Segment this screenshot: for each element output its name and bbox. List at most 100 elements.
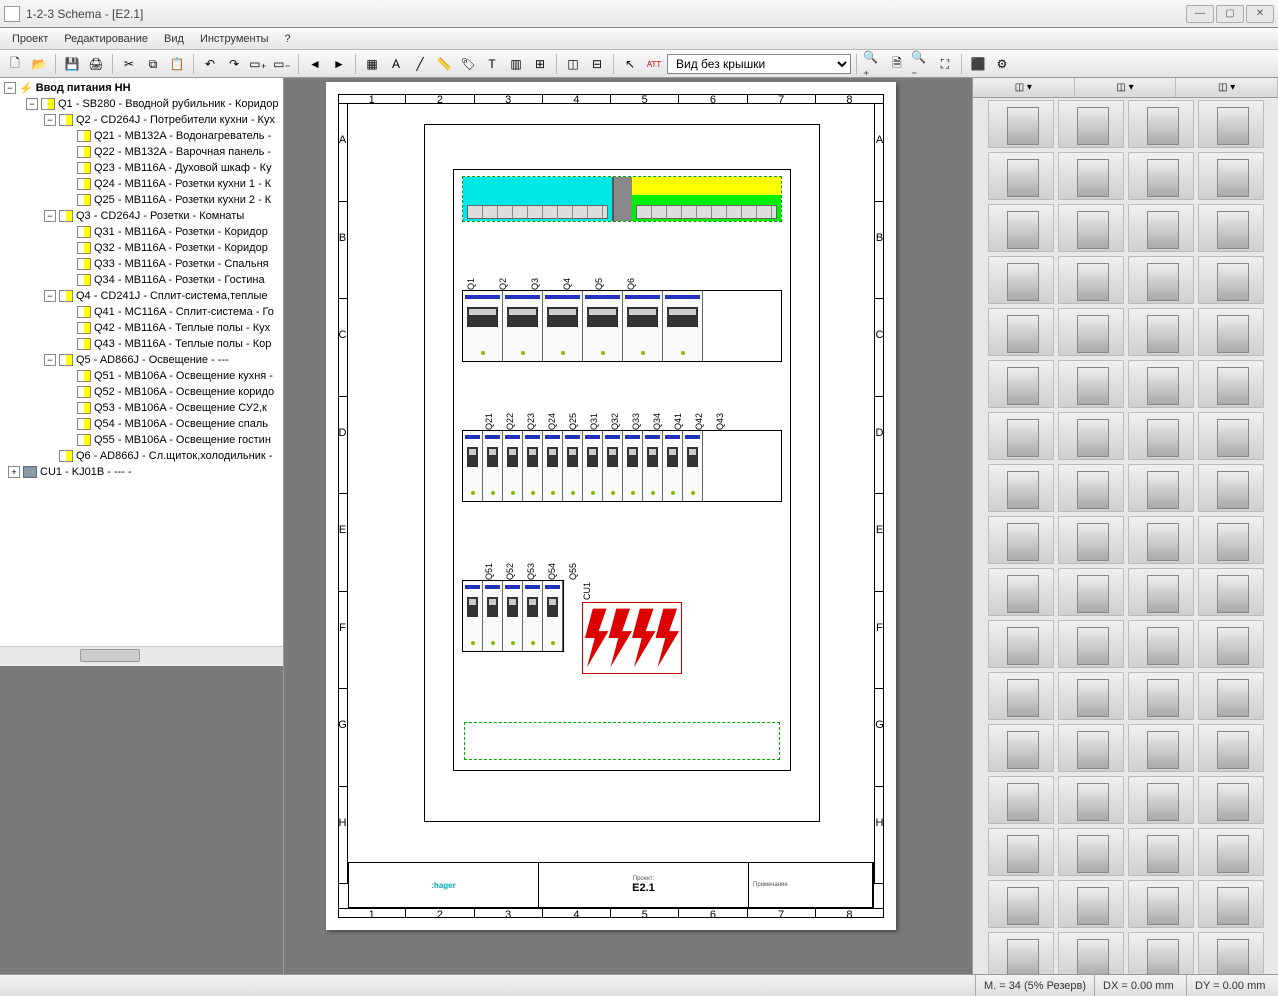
tree-item[interactable]: Q54 - MB106A - Освещение спаль bbox=[2, 416, 281, 432]
palette-item[interactable] bbox=[1198, 828, 1264, 876]
tree-item[interactable]: −Q3 - CD264J - Розетки - Комнаты bbox=[2, 208, 281, 224]
tree-item[interactable]: Q23 - MB116A - Духовой шкаф - Ку bbox=[2, 160, 281, 176]
electrical-panel[interactable]: Q1Q2Q3Q4Q5Q6 Q21Q22Q23Q24Q25Q31Q32Q33Q34… bbox=[424, 124, 820, 822]
palette-item[interactable] bbox=[1128, 932, 1194, 974]
palette-item[interactable] bbox=[988, 204, 1054, 252]
breaker-device[interactable] bbox=[563, 431, 583, 501]
breaker-row-3[interactable]: Q51Q52Q53Q54Q55 CU1 bbox=[462, 560, 782, 680]
add-row-icon[interactable]: ▭₊ bbox=[247, 53, 269, 75]
tree-item[interactable]: Q25 - MB116A - Розетки кухни 2 - К bbox=[2, 192, 281, 208]
breaker-device[interactable] bbox=[543, 431, 563, 501]
palette-item[interactable] bbox=[1128, 620, 1194, 668]
palette-item[interactable] bbox=[1198, 100, 1264, 148]
palette-item[interactable] bbox=[1198, 308, 1264, 356]
tree-item[interactable]: Q34 - MB116A - Розетки - Гостина bbox=[2, 272, 281, 288]
palette-item[interactable] bbox=[1058, 360, 1124, 408]
palette-item[interactable] bbox=[1058, 100, 1124, 148]
palette-item[interactable] bbox=[1128, 828, 1194, 876]
tree-item[interactable]: Q53 - MB106A - Освещение СУ2,к bbox=[2, 400, 281, 416]
tree-item[interactable]: −Q2 - CD264J - Потребители кухни - Кух bbox=[2, 112, 281, 128]
tree-item[interactable]: Q6 - AD866J - Сл.щиток,холодильник - bbox=[2, 448, 281, 464]
measure-icon[interactable]: 📏 bbox=[433, 53, 455, 75]
palette-item[interactable] bbox=[1198, 464, 1264, 512]
menu-help[interactable]: ? bbox=[277, 31, 299, 47]
canvas-area[interactable]: 12345678 12345678 ABCDEFGH ABCDEFGH Q1Q2… bbox=[284, 78, 972, 974]
breaker-device[interactable] bbox=[663, 431, 683, 501]
palette-item[interactable] bbox=[1058, 516, 1124, 564]
item2-icon[interactable]: ⊟ bbox=[586, 53, 608, 75]
open-icon[interactable]: 📂 bbox=[28, 53, 50, 75]
tree-item[interactable]: Q43 - MB116A - Теплые полы - Кор bbox=[2, 336, 281, 352]
breaker-device[interactable] bbox=[503, 581, 523, 651]
minimize-button[interactable]: — bbox=[1186, 5, 1214, 23]
tag-icon[interactable]: 🏷 bbox=[457, 53, 479, 75]
palette-tab-2[interactable]: ◫ ▾ bbox=[1075, 78, 1177, 97]
expander-icon[interactable]: − bbox=[26, 98, 38, 110]
palette-item[interactable] bbox=[1058, 776, 1124, 824]
breaker-device[interactable] bbox=[503, 291, 543, 361]
save-icon[interactable]: 💾 bbox=[61, 53, 83, 75]
palette-item[interactable] bbox=[1198, 204, 1264, 252]
zoom-fit-icon[interactable]: ⛶ bbox=[934, 53, 956, 75]
expander-icon[interactable]: − bbox=[4, 82, 16, 94]
expander-icon[interactable]: − bbox=[44, 210, 56, 222]
att-icon[interactable]: ATT bbox=[643, 53, 665, 75]
breaker-row-2[interactable]: Q21Q22Q23Q24Q25Q31Q32Q33Q34Q41Q42Q43 bbox=[462, 410, 782, 530]
tree-item[interactable]: +CU1 - KJ01B - --- - bbox=[2, 464, 281, 480]
busbar-block[interactable] bbox=[462, 176, 782, 222]
breaker-device[interactable] bbox=[463, 581, 483, 651]
palette-item[interactable] bbox=[1058, 308, 1124, 356]
palette-item[interactable] bbox=[988, 464, 1054, 512]
cu1-device[interactable] bbox=[582, 602, 682, 674]
expander-icon[interactable]: − bbox=[44, 114, 56, 126]
cut-icon[interactable]: ✂ bbox=[118, 53, 140, 75]
menu-view[interactable]: Вид bbox=[156, 31, 192, 47]
text-icon[interactable]: A bbox=[385, 53, 407, 75]
close-button[interactable]: ✕ bbox=[1246, 5, 1274, 23]
view-mode-dropdown[interactable]: Вид без крышки bbox=[667, 54, 851, 74]
breaker-row-1[interactable]: Q1Q2Q3Q4Q5Q6 bbox=[462, 270, 782, 370]
palette-item[interactable] bbox=[1128, 724, 1194, 772]
palette-item[interactable] bbox=[1128, 672, 1194, 720]
breaker-device[interactable] bbox=[483, 581, 503, 651]
palette-item[interactable] bbox=[1128, 880, 1194, 928]
palette-item[interactable] bbox=[1198, 932, 1264, 974]
palette-body[interactable] bbox=[973, 98, 1278, 974]
palette-item[interactable] bbox=[1198, 880, 1264, 928]
breaker-device[interactable] bbox=[583, 291, 623, 361]
palette-item[interactable] bbox=[988, 516, 1054, 564]
palette-item[interactable] bbox=[1058, 412, 1124, 460]
palette-item[interactable] bbox=[1198, 724, 1264, 772]
zoom-page-icon[interactable]: 🗎 bbox=[886, 53, 908, 75]
palette-item[interactable] bbox=[1128, 568, 1194, 616]
tree-item[interactable]: Q22 - MB132A - Варочная панель - bbox=[2, 144, 281, 160]
palette-item[interactable] bbox=[1198, 152, 1264, 200]
zoom-in-icon[interactable]: 🔍₊ bbox=[862, 53, 884, 75]
palette-item[interactable] bbox=[1128, 256, 1194, 304]
menu-project[interactable]: Проект bbox=[4, 31, 56, 47]
palette-item[interactable] bbox=[1198, 776, 1264, 824]
palette-tab-1[interactable]: ◫ ▾ bbox=[973, 78, 1075, 97]
breaker-device[interactable] bbox=[643, 431, 663, 501]
tree-item[interactable]: Q32 - MB116A - Розетки - Коридор bbox=[2, 240, 281, 256]
expander-icon[interactable]: − bbox=[44, 354, 56, 366]
palette-item[interactable] bbox=[988, 724, 1054, 772]
tree-item[interactable]: Q21 - MB132A - Водонагреватель - bbox=[2, 128, 281, 144]
empty-row[interactable] bbox=[464, 722, 780, 760]
palette-item[interactable] bbox=[1198, 620, 1264, 668]
palette-item[interactable] bbox=[1128, 100, 1194, 148]
palette-item[interactable] bbox=[988, 620, 1054, 668]
breaker-device[interactable] bbox=[523, 431, 543, 501]
palette-item[interactable] bbox=[1128, 776, 1194, 824]
palette-item[interactable] bbox=[988, 152, 1054, 200]
palette-item[interactable] bbox=[988, 932, 1054, 974]
palette-item[interactable] bbox=[1128, 204, 1194, 252]
tree-item[interactable]: Q33 - MB116A - Розетки - Спальня bbox=[2, 256, 281, 272]
new-icon[interactable]: 🗋 bbox=[4, 53, 26, 75]
palette-item[interactable] bbox=[1198, 672, 1264, 720]
menu-edit[interactable]: Редактирование bbox=[56, 31, 156, 47]
breaker-device[interactable] bbox=[663, 291, 703, 361]
paste-icon[interactable]: 📋 bbox=[166, 53, 188, 75]
tree-item[interactable]: Q42 - MB116A - Теплые полы - Кух bbox=[2, 320, 281, 336]
breaker-device[interactable] bbox=[603, 431, 623, 501]
